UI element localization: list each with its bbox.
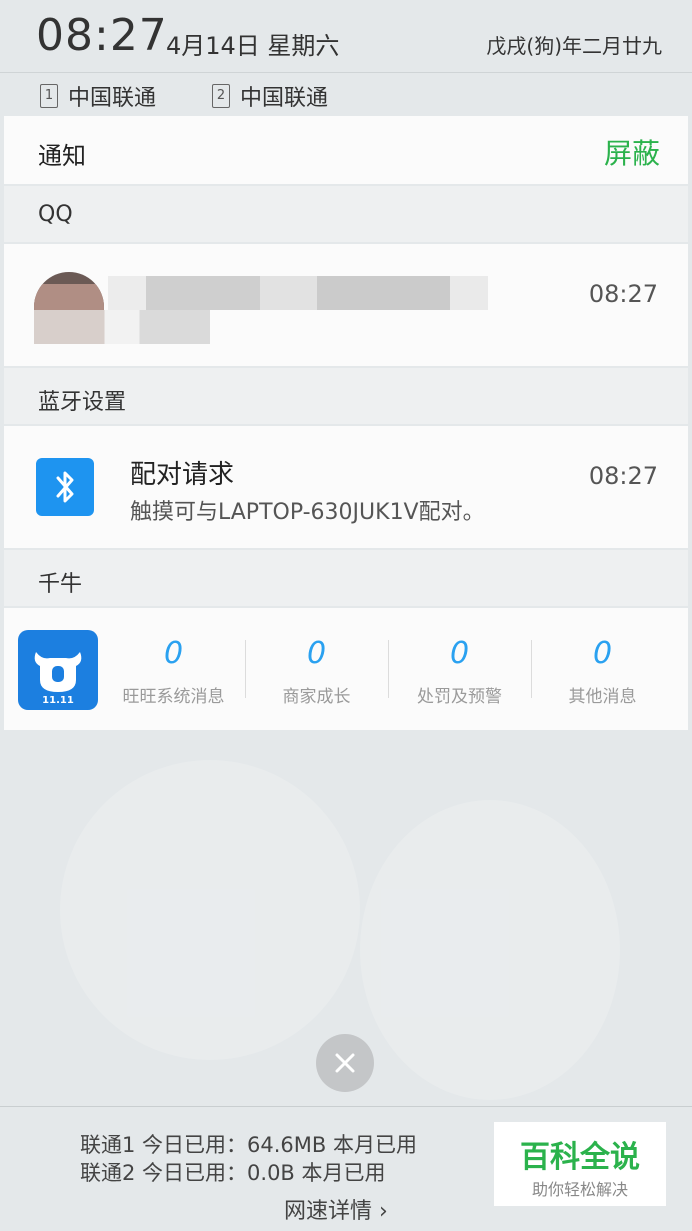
qq-message-redacted — [34, 310, 210, 344]
group-header-bluetooth: 蓝牙设置 — [4, 368, 688, 424]
group-label-bluetooth: 蓝牙设置 — [38, 390, 127, 415]
stat-merchant-growth[interactable]: 0 商家成长 — [245, 608, 388, 730]
stat-other-messages[interactable]: 0 其他消息 — [531, 608, 674, 730]
group-header-qq: QQ — [4, 186, 688, 242]
qianniu-badge: 11.11 — [42, 695, 74, 706]
bluetooth-time: 08:27 — [588, 462, 658, 490]
notification-bluetooth-pairing[interactable]: 配对请求 触摸可与LAPTOP-630JUK1V配对。 08:27 — [4, 426, 688, 548]
usage-line-sim1: 联通1 今日已用：64.6MB 本月已用 — [80, 1133, 417, 1157]
clock[interactable]: 08:27 — [36, 10, 168, 61]
carrier-2: 2 中国联通 — [212, 80, 328, 112]
stat-value: 0 — [306, 636, 327, 671]
carrier-bar: 1 中国联通 2 中国联通 — [0, 72, 692, 116]
group-header-qianniu: 千牛 — [4, 550, 688, 606]
qq-message-redacted — [108, 276, 488, 310]
notifications-header: 通知 屏蔽 — [4, 116, 688, 184]
bluetooth-icon — [36, 458, 94, 516]
network-speed-details-link[interactable]: 网速详情 › — [284, 1193, 388, 1225]
qq-time: 08:27 — [588, 280, 658, 308]
carrier-1-name: 中国联通 — [68, 86, 157, 111]
background-decoration — [360, 800, 620, 1100]
watermark-logo: 百科全说 助你轻松解决 — [494, 1122, 666, 1206]
notifications-title: 通知 — [38, 142, 86, 170]
date-label[interactable]: 4月14日 星期六 — [166, 26, 339, 61]
watermark-subtitle: 助你轻松解决 — [531, 1180, 628, 1199]
stat-value: 0 — [592, 636, 613, 671]
bluetooth-subtitle: 触摸可与LAPTOP-630JUK1V配对。 — [130, 500, 485, 525]
carrier-2-name: 中国联通 — [240, 86, 329, 111]
stat-label: 旺旺系统消息 — [122, 687, 225, 707]
status-header: 08:27 4月14日 星期六 戊戌(狗)年二月廿九 — [0, 0, 692, 73]
stat-value: 0 — [449, 636, 470, 671]
lunar-date-label: 戊戌(狗)年二月廿九 — [486, 34, 662, 58]
notification-qq[interactable]: 08:27 — [4, 244, 688, 366]
qianniu-app-icon: 11.11 — [18, 630, 98, 710]
stat-wangwang[interactable]: 0 旺旺系统消息 — [102, 608, 245, 730]
stat-label: 其他消息 — [568, 687, 637, 707]
stat-penalty-warning[interactable]: 0 处罚及预警 — [388, 608, 531, 730]
watermark-title: 百科全说 — [520, 1140, 640, 1175]
block-button[interactable]: 屏蔽 — [604, 132, 660, 172]
stat-value: 0 — [163, 636, 184, 671]
usage-line-sim2: 联通2 今日已用：0.0B 本月已用 — [80, 1161, 386, 1185]
bluetooth-title: 配对请求 — [130, 460, 235, 490]
group-label-qianniu: 千牛 — [38, 572, 83, 597]
clear-all-button[interactable] — [316, 1034, 374, 1092]
carrier-1: 1 中国联通 — [40, 80, 156, 112]
background-decoration — [60, 760, 360, 1060]
sim-1-icon: 1 — [40, 84, 58, 108]
group-label-qq: QQ — [38, 202, 73, 227]
sim-2-icon: 2 — [212, 84, 230, 108]
notification-qianniu[interactable]: 11.11 0 旺旺系统消息 0 商家成长 0 处罚及预警 0 其他消息 — [4, 608, 688, 730]
stat-label: 商家成长 — [282, 687, 351, 707]
close-icon — [335, 1053, 355, 1073]
stat-label: 处罚及预警 — [417, 687, 502, 707]
